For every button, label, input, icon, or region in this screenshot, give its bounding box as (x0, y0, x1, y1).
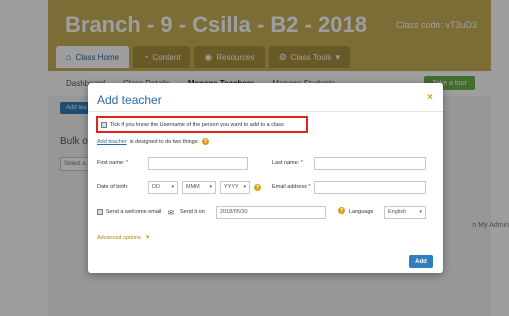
username-checkbox[interactable] (101, 121, 107, 128)
help-icon[interactable]: ? (254, 184, 261, 191)
email-field[interactable] (314, 181, 426, 194)
divider (88, 111, 443, 112)
designed-info: Add teacher is designed to do two things… (97, 138, 210, 145)
language-select[interactable]: English ▾ (384, 206, 426, 219)
first-name-field[interactable] (148, 157, 248, 170)
dialog-title: Add teacher (97, 93, 162, 107)
welcome-email-label: Send a welcome email (106, 209, 162, 215)
send-date-field[interactable]: 2018/05/30 (216, 206, 326, 219)
send-on-label: Send it on (180, 209, 205, 215)
add-teacher-dialog: Add teacher × Tick if you know the Usern… (88, 83, 443, 273)
add-teacher-link[interactable]: Add teacher (97, 139, 127, 145)
last-name-field[interactable] (314, 157, 426, 170)
username-toggle-row: Tick if you know the Username of the per… (96, 116, 308, 133)
designed-text: is designed to do two things: (129, 138, 200, 145)
dob-day-select[interactable]: DD ▾ (148, 181, 178, 194)
close-icon[interactable]: × (427, 92, 433, 103)
help-icon[interactable]: ? (338, 207, 345, 214)
chevron-down-icon: ▼ (144, 235, 151, 241)
username-hint: Tick if you know the Username of the per… (110, 121, 284, 128)
dob-month-select[interactable]: MMM ▾ (182, 181, 216, 194)
advanced-options-toggle[interactable]: Advanced options ▼ (97, 235, 151, 241)
first-name-label: First name: * (97, 160, 129, 166)
envelope-icon: ✉ (168, 210, 174, 217)
language-label: Language (349, 209, 374, 215)
dob-label: Date of birth: (97, 184, 129, 190)
email-label: Email address * (272, 184, 311, 190)
welcome-email-checkbox[interactable] (97, 209, 103, 215)
help-icon[interactable]: ? (202, 138, 210, 145)
add-button[interactable]: Add (409, 255, 433, 268)
dob-year-select[interactable]: YYYY ▾ (220, 181, 250, 194)
last-name-label: Last name: * (272, 160, 303, 166)
advanced-options-label: Advanced options (97, 235, 141, 241)
